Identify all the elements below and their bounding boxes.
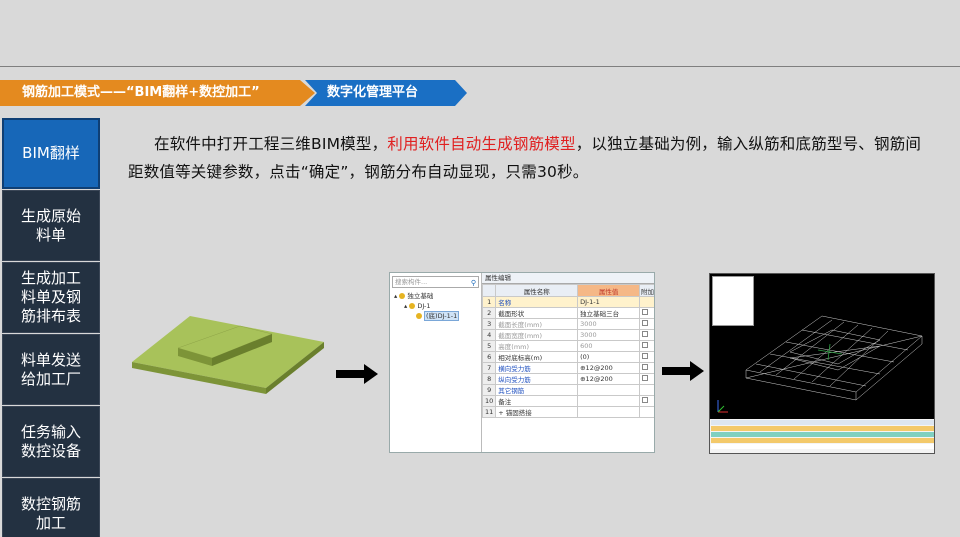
property-value[interactable]: DJ-1-1	[577, 296, 641, 308]
property-extra[interactable]	[639, 351, 654, 363]
sidebar: BIM翻样 生成原始料单 生成加工料单及钢筋排布表 料单发送给加工厂 任务输入数…	[2, 118, 100, 537]
property-row[interactable]: 9 其它钢筋	[481, 384, 654, 396]
component-icon	[416, 313, 422, 319]
property-extra[interactable]	[639, 329, 654, 341]
property-row[interactable]: 11 + 锚固搭接	[481, 406, 654, 418]
property-value[interactable]: 独立基础三台	[577, 307, 641, 319]
property-extra[interactable]	[639, 307, 654, 319]
property-row[interactable]: 7 横向受力筋 ⊕12@200	[481, 362, 654, 374]
property-extra[interactable]	[639, 384, 654, 396]
property-value[interactable]: ⊕12@200	[577, 373, 641, 385]
property-extra[interactable]	[639, 318, 654, 330]
property-value[interactable]: (0)	[577, 351, 641, 363]
property-value[interactable]	[577, 395, 641, 407]
property-name: 纵向受力筋	[495, 373, 579, 385]
search-icon[interactable]: ⚲	[471, 278, 476, 288]
property-extra[interactable]	[639, 362, 654, 374]
property-value[interactable]: 3000	[577, 329, 641, 341]
property-name: + 锚固搭接	[495, 406, 579, 418]
property-row[interactable]: 1 名称 DJ-1-1	[481, 296, 654, 308]
sidebar-item-task-input[interactable]: 任务输入数控设备	[2, 406, 100, 477]
sidebar-item-cnc[interactable]: 数控钢筋加工	[2, 478, 100, 537]
property-value[interactable]: 3000	[577, 318, 641, 330]
checkbox[interactable]	[642, 320, 649, 326]
property-value[interactable]	[577, 406, 641, 418]
property-panel: 属性编辑 属性名称 属性值 附加 1 名称 DJ-1-1 2 截面形状 独立基础三台 3 截面…	[481, 273, 654, 452]
viewer-legend	[712, 276, 754, 326]
property-row[interactable]: 6 相对底标高(m) (0)	[481, 351, 654, 363]
description-text: 在软件中打开工程三维BIM模型，利用软件自动生成钢筋模型，以独立基础为例，输入纵…	[128, 135, 922, 181]
sidebar-item-raw-list[interactable]: 生成原始料单	[2, 190, 100, 261]
arrow-right-icon	[662, 361, 704, 381]
property-extra[interactable]	[639, 296, 654, 308]
breadcrumb-mode[interactable]: 钢筋加工模式——“BIM翻样+数控加工”	[0, 80, 315, 106]
tree-node[interactable]: ▴ 独立基础	[390, 291, 481, 301]
property-name: 横向受力筋	[495, 362, 579, 374]
property-name: 备注	[495, 395, 579, 407]
property-name: 截面宽度(mm)	[495, 329, 579, 341]
sidebar-item-send-list[interactable]: 料单发送给加工厂	[2, 334, 100, 405]
sidebar-item-bim[interactable]: BIM翻样	[2, 118, 100, 189]
property-name: 截面长度(mm)	[495, 318, 579, 330]
property-row[interactable]: 10 备注	[481, 395, 654, 407]
breadcrumb-platform[interactable]: 数字化管理平台	[305, 80, 467, 106]
property-row[interactable]: 5 高度(mm) 600	[481, 340, 654, 352]
property-row[interactable]: 3 截面长度(mm) 3000	[481, 318, 654, 330]
checkbox[interactable]	[642, 375, 649, 381]
property-name: 名称	[495, 296, 579, 308]
description-highlight: 利用软件自动生成钢筋模型	[387, 135, 576, 153]
property-value[interactable]: ⊕12@200	[577, 362, 641, 374]
foundation-3d-model	[132, 316, 324, 394]
property-dialog-screenshot: 搜索构件... ⚲ ▴ 独立基础 ▴ DJ-1 (底)DJ-1-1 属性编辑 属…	[389, 272, 655, 453]
header-divider	[0, 66, 960, 67]
property-name: 截面形状	[495, 307, 579, 319]
sidebar-item-processing-list[interactable]: 生成加工料单及钢筋排布表	[2, 262, 100, 333]
property-value[interactable]	[577, 384, 641, 396]
tree-node[interactable]: ▴ DJ-1	[390, 301, 481, 311]
property-extra[interactable]	[639, 373, 654, 385]
checkbox[interactable]	[642, 342, 649, 348]
property-table: 属性名称 属性值 附加 1 名称 DJ-1-1 2 截面形状 独立基础三台 3 截面长度(mm…	[481, 284, 654, 418]
property-extra[interactable]	[639, 395, 654, 407]
column-header: 属性值	[577, 284, 641, 297]
component-icon	[409, 303, 416, 309]
property-value[interactable]: 600	[577, 340, 641, 352]
column-header: 属性名称	[495, 284, 579, 297]
property-row[interactable]: 4 截面宽度(mm) 3000	[481, 329, 654, 341]
tree-node-selected[interactable]: (底)DJ-1-1	[390, 311, 481, 321]
checkbox[interactable]	[642, 309, 649, 315]
property-extra[interactable]	[639, 406, 654, 418]
column-header: 附加	[639, 284, 654, 297]
checkbox[interactable]	[642, 353, 649, 359]
checkbox[interactable]	[642, 331, 649, 337]
property-name: 高度(mm)	[495, 340, 579, 352]
property-name: 相对底标高(m)	[495, 351, 579, 363]
folder-icon	[399, 293, 406, 299]
property-row[interactable]: 8 纵向受力筋 ⊕12@200	[481, 373, 654, 385]
property-name: 其它钢筋	[495, 384, 579, 396]
viewer-rebar-table	[710, 419, 934, 453]
property-extra[interactable]	[639, 340, 654, 352]
breadcrumb: 钢筋加工模式——“BIM翻样+数控加工” 数字化管理平台	[0, 80, 960, 106]
arrow-right-icon	[336, 364, 378, 384]
property-row[interactable]: 2 截面形状 独立基础三台	[481, 307, 654, 319]
checkbox[interactable]	[642, 397, 649, 403]
tab-property-edit[interactable]: 属性编辑	[482, 273, 654, 284]
checkbox[interactable]	[642, 364, 649, 370]
rebar-3d-viewer-screenshot	[709, 273, 935, 454]
component-tree: 搜索构件... ⚲ ▴ 独立基础 ▴ DJ-1 (底)DJ-1-1	[390, 273, 482, 452]
component-search-input[interactable]: 搜索构件... ⚲	[392, 276, 479, 288]
